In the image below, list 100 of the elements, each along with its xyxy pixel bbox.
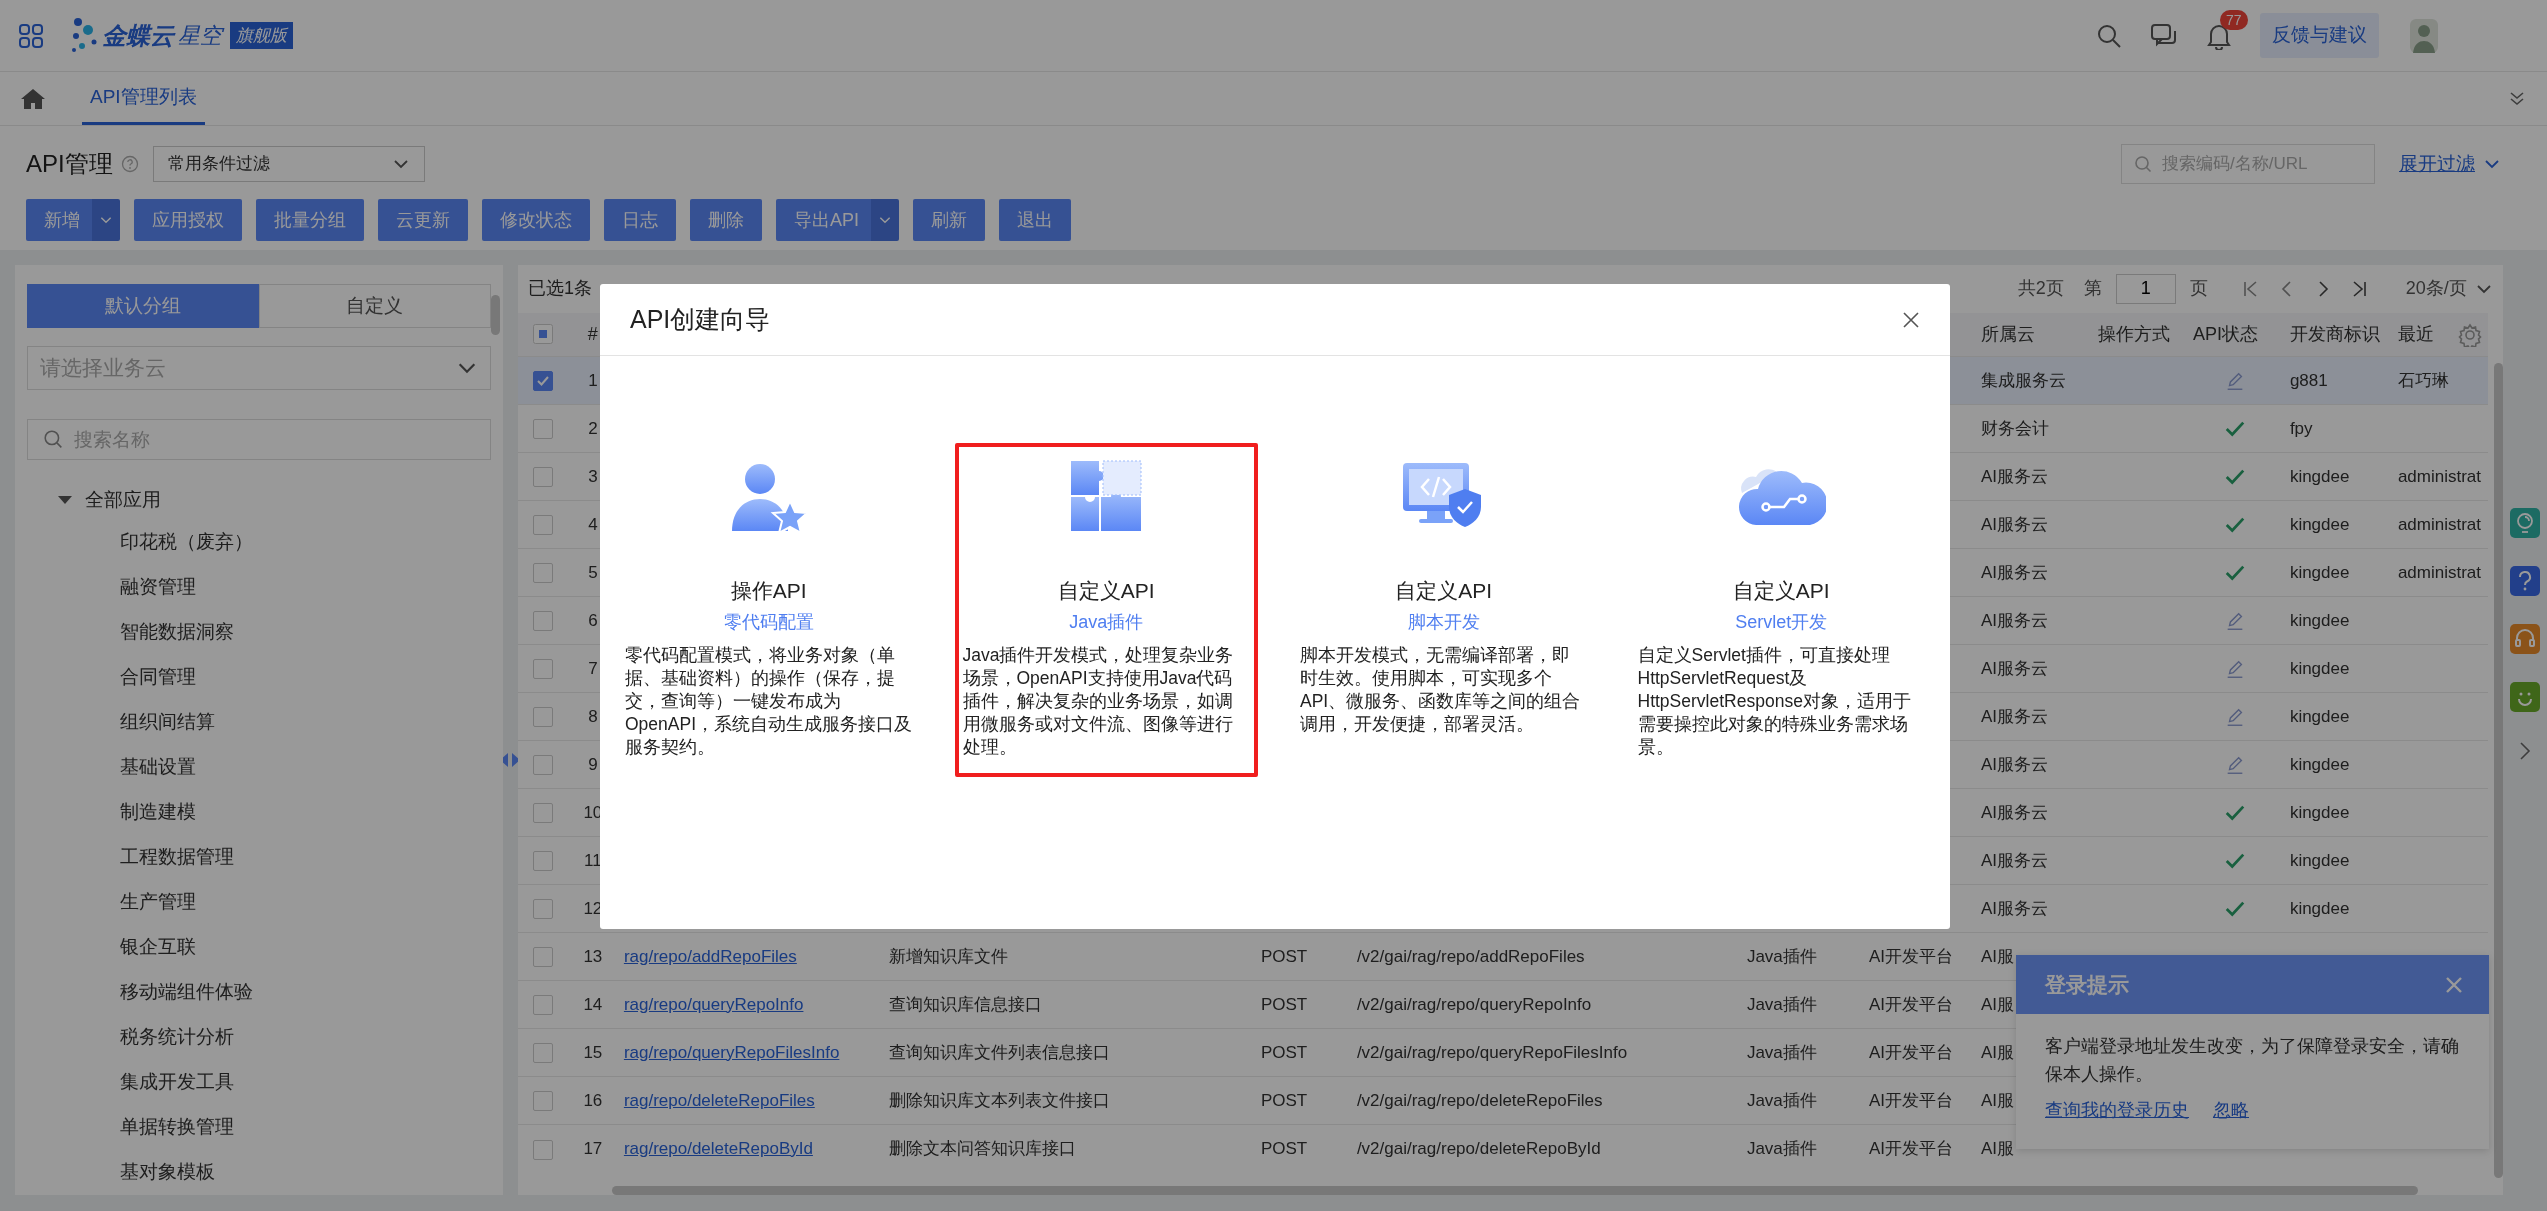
tree-item[interactable]: 印花税（废弃）: [27, 520, 491, 565]
tree-item[interactable]: 集成开发工具: [27, 1060, 491, 1105]
table-cell: AI服务云: [1980, 562, 2048, 582]
table-cell: 财务会计: [1980, 418, 2049, 438]
toolbar-button[interactable]: 退出: [999, 199, 1071, 241]
page-input[interactable]: 1: [2115, 273, 2176, 304]
tree-item[interactable]: 基对象模板: [27, 1150, 491, 1195]
tree-item[interactable]: 税务统计分析: [27, 1015, 491, 1060]
page-count: 共2页: [2017, 277, 2064, 301]
headset-icon[interactable]: [2513, 628, 2536, 650]
row-checkbox[interactable]: [532, 1139, 553, 1160]
tree-item[interactable]: 工程数据管理: [27, 835, 491, 880]
segment-tab[interactable]: 自定义: [258, 284, 491, 328]
dropdown-toggle-button[interactable]: [92, 199, 120, 241]
settings-icon[interactable]: [2457, 322, 2482, 347]
row-checkbox[interactable]: [532, 659, 553, 680]
page-label: 第: [2083, 277, 2102, 301]
table-cell: 新增知识库文件: [888, 946, 1008, 966]
tree-item[interactable]: 组织间结算: [27, 700, 491, 745]
home-icon[interactable]: [20, 86, 46, 111]
option-description: 零代码配置模式，将业务对象（单据、基础资料）的操作（保存，提交，查询等）一键发布成为OpenAPI，系统自动生成服务接口及服务契约。: [625, 643, 913, 759]
tree-item[interactable]: 生产管理: [27, 880, 491, 925]
scrollbar-thumb[interactable]: [490, 295, 500, 335]
expand-filter-link[interactable]: 展开过滤: [2399, 149, 2501, 179]
tree-item[interactable]: 合同管理: [27, 655, 491, 700]
tree-item[interactable]: 移动端组件体验: [27, 970, 491, 1015]
row-checkbox[interactable]: [532, 563, 553, 584]
table-cell: kingdee: [2289, 562, 2350, 582]
expand-right-icon[interactable]: [511, 753, 521, 767]
row-checkbox[interactable]: [532, 1091, 553, 1112]
api-link[interactable]: rag/repo/addRepoFiles: [623, 946, 797, 966]
close-icon[interactable]: [2444, 974, 2464, 995]
chevron-right-icon[interactable]: [2517, 740, 2532, 762]
row-checkbox[interactable]: [532, 947, 553, 968]
table-cell: kingdee: [2289, 898, 2350, 918]
option-subtitle: Java插件: [1069, 610, 1144, 634]
row-checkbox[interactable]: [532, 467, 553, 488]
api-link[interactable]: rag/repo/deleteRepoById: [623, 1139, 813, 1158]
lightbulb-icon[interactable]: [2514, 512, 2535, 534]
option-subtitle: Servlet开发: [1735, 610, 1828, 634]
column-header[interactable]: #: [587, 323, 598, 344]
row-checkbox[interactable]: [532, 851, 553, 872]
option-title[interactable]: 自定义API: [1057, 575, 1155, 607]
row-checkbox[interactable]: [532, 995, 553, 1016]
row-checkbox[interactable]: [532, 707, 553, 728]
table-cell: 9: [588, 754, 598, 774]
notification-link[interactable]: 查询我的登录历史: [2045, 1096, 2189, 1124]
table-cell: 6: [588, 610, 598, 630]
option-title[interactable]: 自定义API: [1732, 575, 1830, 607]
tree-item[interactable]: 基础设置: [27, 745, 491, 790]
help-icon[interactable]: [120, 155, 139, 173]
option-description: 脚本开发模式，无需编译部署，即时生效。使用脚本，可实现多个API、微服务、函数库等之间的组合调用，开发便捷，部署灵活。: [1300, 643, 1582, 736]
api-link[interactable]: rag/repo/queryRepoInfo: [623, 994, 804, 1014]
row-checkbox[interactable]: [532, 515, 553, 536]
row-checkbox[interactable]: [532, 611, 553, 632]
row-checkbox[interactable]: [532, 803, 553, 824]
feedback-button[interactable]: 反馈与建议: [2260, 13, 2379, 58]
table-cell: kingdee: [2289, 706, 2350, 726]
table-cell: Java插件: [1746, 1090, 1817, 1110]
notification-title: 登录提示: [2045, 971, 2129, 998]
scrollbar-thumb[interactable]: [611, 1185, 2418, 1195]
table-cell: 2: [588, 418, 598, 438]
table-cell: 15: [583, 1042, 603, 1062]
filter-select[interactable]: 常用条件过滤: [152, 146, 425, 182]
tree-item[interactable]: 银企互联: [27, 925, 491, 970]
row-checkbox[interactable]: [532, 1043, 553, 1064]
table-cell: administrat: [2397, 466, 2481, 486]
api-link[interactable]: rag/repo/queryRepoFilesInfo: [623, 1042, 840, 1062]
option-title[interactable]: 自定义API: [1395, 575, 1493, 607]
table-cell: kingdee: [2289, 802, 2350, 822]
table-cell: /v2/gai/rag/repo/queryRepoFilesInfo: [1356, 1042, 1628, 1062]
notification-link[interactable]: 忽略: [2213, 1096, 2249, 1124]
select-all-checkbox[interactable]: [532, 324, 553, 345]
table-cell: Java插件: [1746, 1042, 1817, 1062]
page-size-select[interactable]: 20条/页: [2405, 275, 2493, 303]
row-checkbox[interactable]: [532, 755, 553, 776]
dropdown-toggle-button[interactable]: [871, 199, 899, 241]
table-cell: 石巧琳: [2397, 370, 2449, 390]
tree-item[interactable]: 单据转换管理: [27, 1105, 491, 1150]
tree-item[interactable]: 全部应用: [85, 485, 161, 515]
column-header[interactable]: 最近: [2397, 323, 2434, 344]
tree-item[interactable]: 智能数据洞察: [27, 610, 491, 655]
table-cell: POST: [1260, 1139, 1308, 1158]
scrollbar-thumb[interactable]: [2493, 362, 2503, 1178]
collapse-left-icon[interactable]: [500, 753, 510, 767]
row-checkbox[interactable]: [532, 371, 553, 392]
option-title[interactable]: 操作API: [730, 575, 807, 607]
table-cell: AI服务云: [1980, 514, 2048, 534]
chat-icon[interactable]: [2150, 22, 2178, 49]
table-cell: Java插件: [1746, 1139, 1817, 1158]
tree-item[interactable]: 制造建模: [27, 790, 491, 835]
page-label: 页: [2189, 277, 2208, 301]
table-cell: kingdee: [2289, 658, 2350, 678]
tree-item[interactable]: 融资管理: [27, 565, 491, 610]
row-checkbox[interactable]: [532, 419, 553, 440]
apps-grid-icon[interactable]: [18, 22, 44, 49]
selection-info: 已选1条: [527, 277, 592, 301]
api-link[interactable]: rag/repo/deleteRepoFiles: [623, 1090, 815, 1110]
row-checkbox[interactable]: [532, 899, 553, 920]
search-icon[interactable]: [2096, 22, 2122, 49]
